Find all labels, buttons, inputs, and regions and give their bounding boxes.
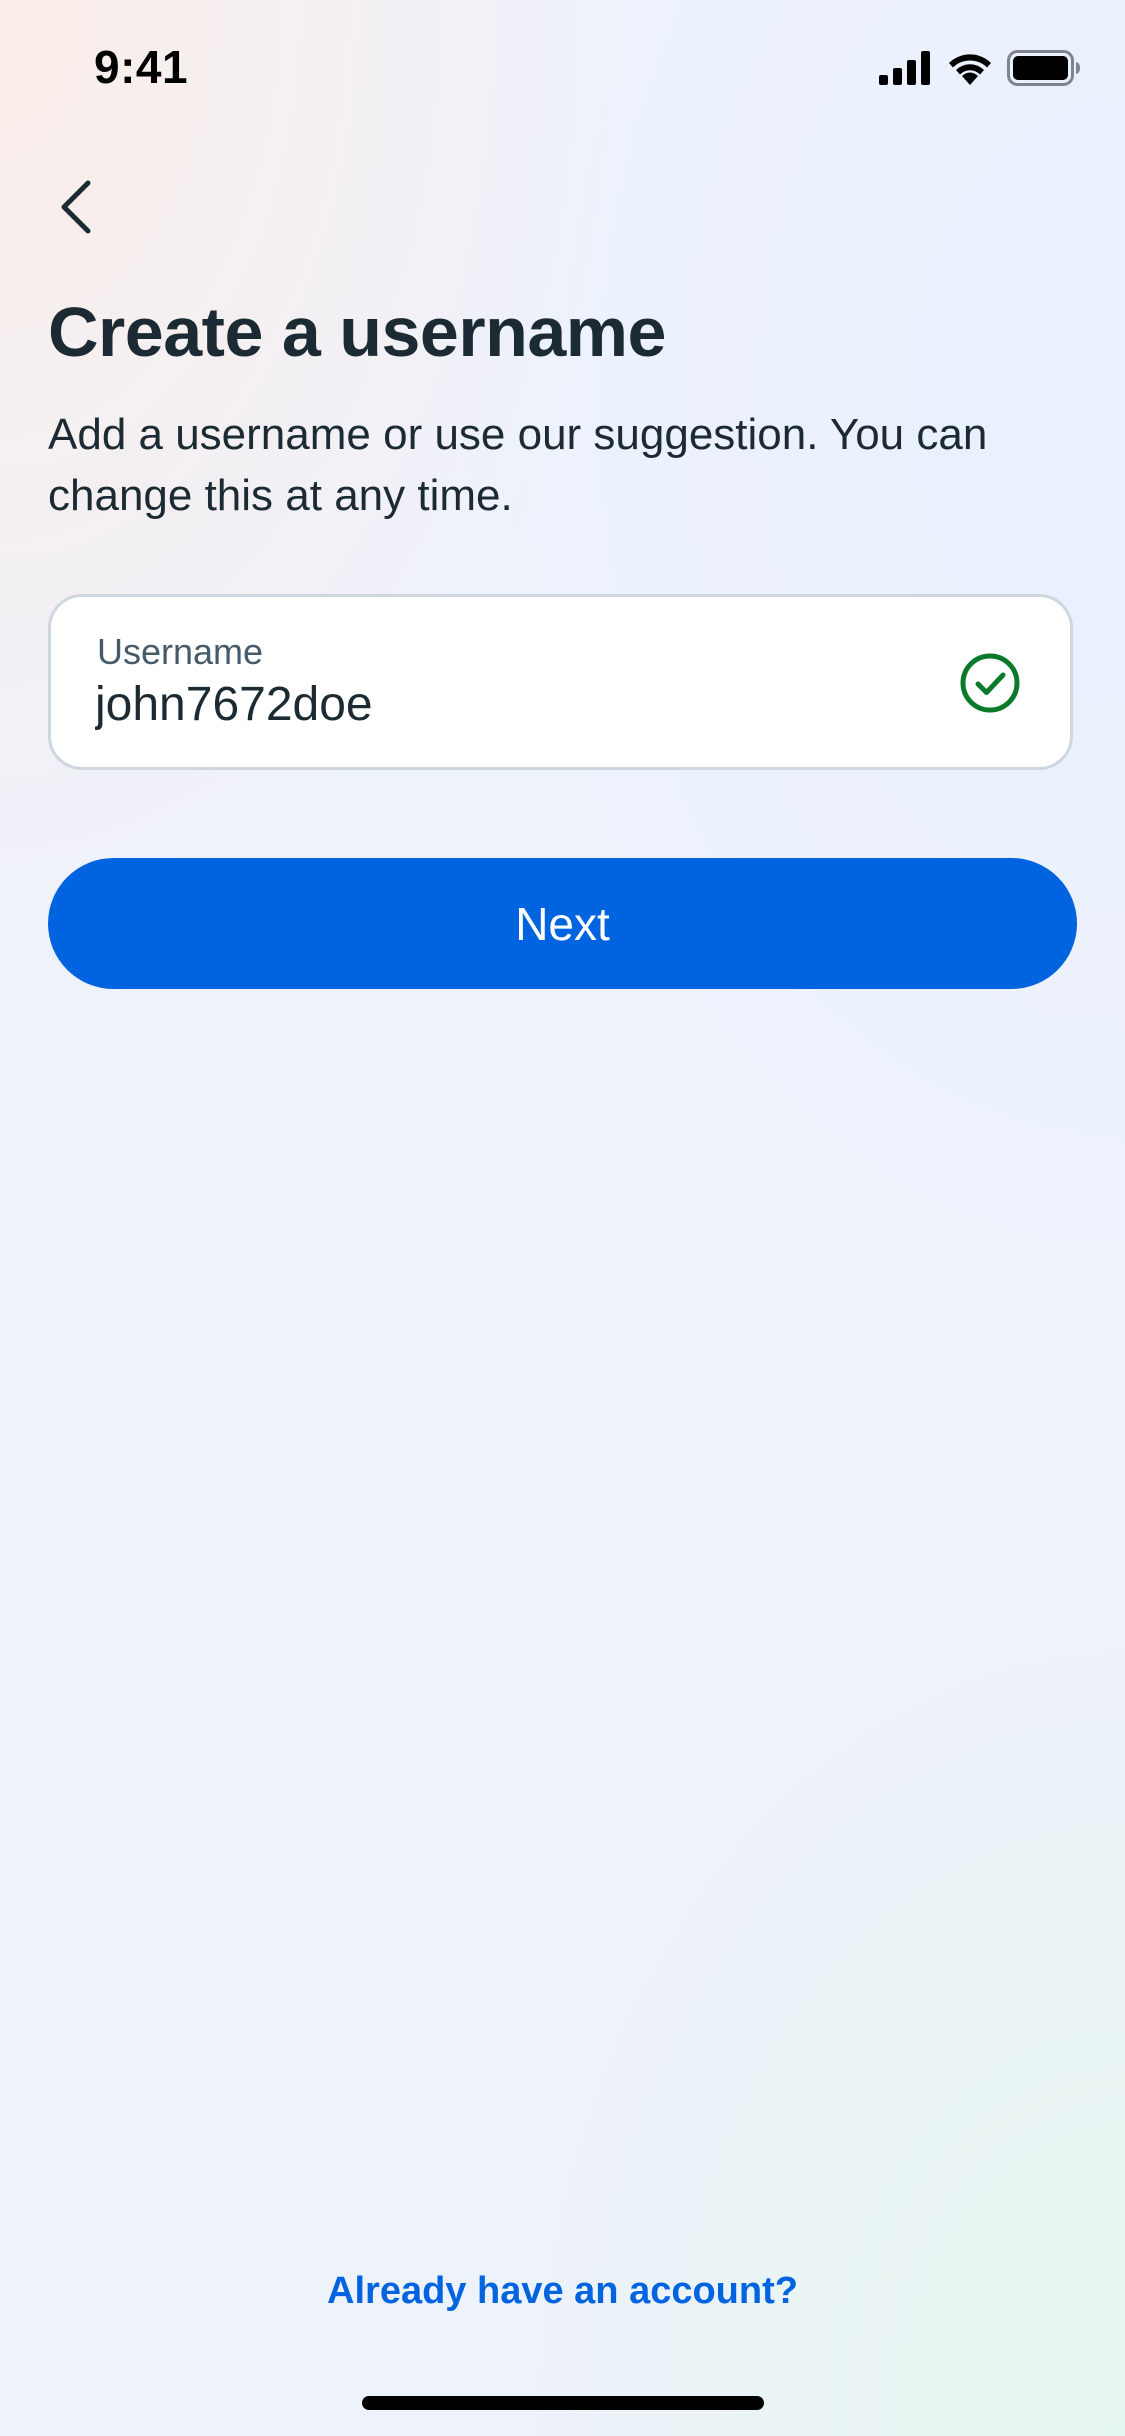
back-button[interactable] (44, 170, 108, 248)
status-bar: 9:41 (0, 0, 1125, 140)
home-indicator[interactable] (362, 2396, 764, 2410)
username-field[interactable]: Username (48, 594, 1073, 770)
already-have-account-link[interactable]: Already have an account? (0, 2270, 1125, 2313)
chevron-left-icon (56, 179, 96, 240)
page-title: Create a username (48, 293, 666, 371)
battery-full-icon (1007, 50, 1081, 91)
next-button[interactable]: Next (48, 858, 1077, 989)
status-time: 9:41 (94, 41, 189, 93)
status-icons (879, 50, 1081, 91)
cellular-signal-icon (879, 51, 933, 90)
check-circle-icon (958, 651, 1022, 715)
username-input[interactable] (95, 677, 915, 732)
wifi-icon (947, 51, 993, 90)
username-field-label: Username (97, 631, 264, 672)
page-subtitle: Add a username or use our suggestion. Yo… (48, 410, 988, 520)
create-username-screen: 9:41 Create a username Add a username or… (0, 0, 1125, 2436)
